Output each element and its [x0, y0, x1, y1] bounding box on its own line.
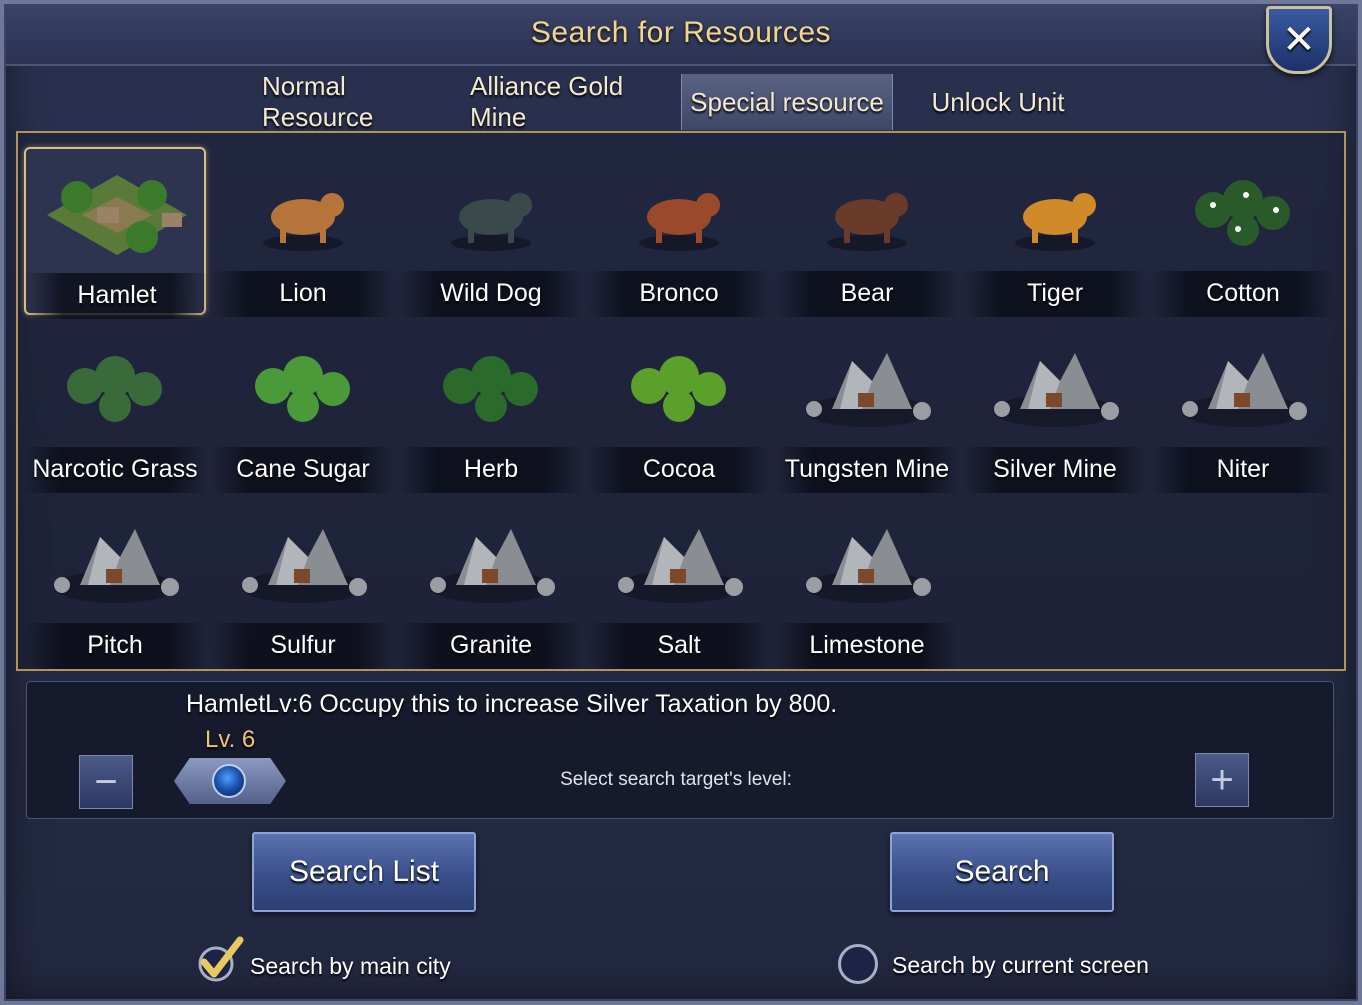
- checkbox-checked-icon[interactable]: [196, 934, 244, 982]
- silver-mine-icon: [976, 329, 1134, 441]
- resource-cell-bronco[interactable]: Bronco: [588, 147, 770, 317]
- resource-cell-tungsten-mine[interactable]: Tungsten Mine: [776, 323, 958, 493]
- plus-icon: +: [1210, 758, 1234, 802]
- resource-cell-wild-dog[interactable]: Wild Dog: [400, 147, 582, 317]
- increase-level-button[interactable]: +: [1195, 753, 1249, 807]
- resource-label: Tiger: [1026, 279, 1084, 307]
- resource-cell-bear[interactable]: Bear: [776, 147, 958, 317]
- bronco-icon: [600, 153, 758, 265]
- slider-knob-icon[interactable]: [212, 764, 246, 798]
- dialog-title: Search for Resources: [530, 16, 832, 49]
- resource-description: HamletLv:6 Occupy this to increase Silve…: [186, 690, 838, 718]
- close-icon: ✕: [1282, 18, 1316, 62]
- resource-cell-narcotic-grass[interactable]: Narcotic Grass: [24, 323, 206, 493]
- tab-alliance-gold-mine[interactable]: Alliance Gold Mine: [470, 71, 678, 132]
- resource-label: Hamlet: [77, 281, 157, 309]
- resource-cell-cotton[interactable]: Cotton: [1152, 147, 1334, 317]
- bear-icon: [788, 153, 946, 265]
- wild-dog-icon: [412, 153, 570, 265]
- resource-label: Granite: [450, 631, 532, 659]
- search-button[interactable]: Search: [890, 832, 1114, 912]
- resource-label: Salt: [657, 631, 701, 659]
- resource-label: Niter: [1216, 455, 1270, 483]
- granite-icon: [412, 505, 570, 617]
- search-by-current-screen-label[interactable]: Search by current screen: [892, 952, 1149, 979]
- search-list-button[interactable]: Search List: [252, 832, 476, 912]
- resource-label: Cotton: [1206, 279, 1280, 307]
- resource-label: Cane Sugar: [236, 455, 370, 483]
- cane-sugar-icon: [224, 329, 382, 441]
- search-by-main-city-label[interactable]: Search by main city: [250, 953, 451, 980]
- resource-cell-tiger[interactable]: Tiger: [964, 147, 1146, 317]
- resource-label: Bronco: [639, 279, 719, 307]
- resource-label: Tungsten Mine: [784, 455, 950, 483]
- salt-icon: [600, 505, 758, 617]
- resource-label: Wild Dog: [440, 279, 542, 307]
- resource-cell-niter[interactable]: Niter: [1152, 323, 1334, 493]
- pitch-icon: [36, 505, 194, 617]
- hamlet-icon: [38, 155, 196, 267]
- cocoa-icon: [600, 329, 758, 441]
- resource-label: Bear: [840, 279, 894, 307]
- resource-cell-pitch[interactable]: Pitch: [24, 499, 206, 669]
- resource-cell-granite[interactable]: Granite: [400, 499, 582, 669]
- resource-cell-cane-sugar[interactable]: Cane Sugar: [212, 323, 394, 493]
- resource-cell-cocoa[interactable]: Cocoa: [588, 323, 770, 493]
- resource-label: Cocoa: [642, 455, 716, 483]
- tab-special-resource[interactable]: Special resource: [681, 74, 893, 130]
- resource-label: Sulfur: [270, 631, 336, 659]
- lion-icon: [224, 153, 382, 265]
- resource-label: Silver Mine: [993, 455, 1117, 483]
- resource-cell-limestone[interactable]: Limestone: [776, 499, 958, 669]
- resource-cell-salt[interactable]: Salt: [588, 499, 770, 669]
- resource-label: Limestone: [809, 631, 925, 659]
- decrease-level-button[interactable]: −: [79, 755, 133, 809]
- resource-label: Herb: [463, 455, 519, 483]
- sulfur-icon: [224, 505, 382, 617]
- tab-unlock-unit[interactable]: Unlock Unit: [900, 74, 1096, 130]
- tungsten-mine-icon: [788, 329, 946, 441]
- herb-icon: [412, 329, 570, 441]
- tab-bar: Normal Resource Alliance Gold Mine Speci…: [0, 71, 1362, 132]
- resource-label: Pitch: [87, 631, 143, 659]
- resource-cell-lion[interactable]: Lion: [212, 147, 394, 317]
- tab-normal-resource[interactable]: Normal Resource: [262, 71, 462, 132]
- narcotic-grass-icon: [36, 329, 194, 441]
- resource-label: Narcotic Grass: [32, 455, 198, 483]
- minus-icon: −: [94, 760, 118, 804]
- niter-icon: [1164, 329, 1322, 441]
- resource-cell-sulfur[interactable]: Sulfur: [212, 499, 394, 669]
- level-label: Lv. 6: [205, 726, 256, 753]
- tiger-icon: [976, 153, 1134, 265]
- resource-cell-herb[interactable]: Herb: [400, 323, 582, 493]
- close-button[interactable]: ✕: [1266, 6, 1332, 74]
- resource-label: Lion: [279, 279, 327, 307]
- resource-cell-hamlet[interactable]: Hamlet: [24, 147, 208, 319]
- radio-unchecked-icon[interactable]: [838, 944, 878, 984]
- cotton-icon: [1164, 153, 1322, 265]
- slider-hint: Select search target's level:: [560, 769, 792, 790]
- limestone-icon: [788, 505, 946, 617]
- resource-cell-silver-mine[interactable]: Silver Mine: [964, 323, 1146, 493]
